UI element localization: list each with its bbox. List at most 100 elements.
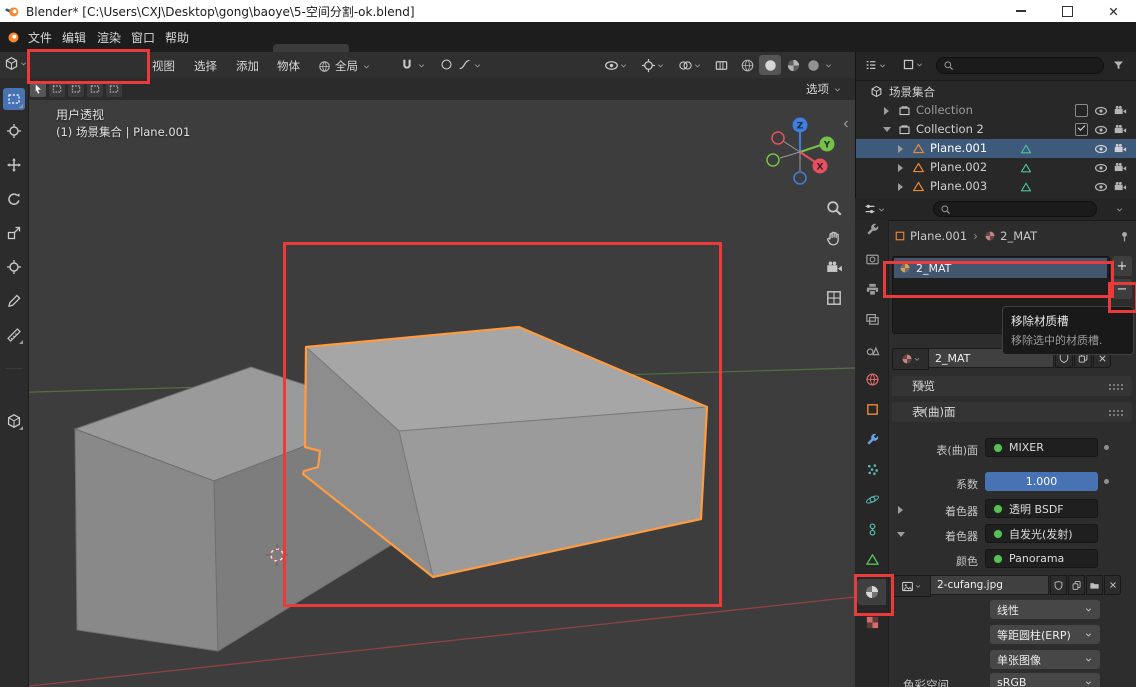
outliner-row-plane-002[interactable]: Plane.002 [856, 158, 1136, 177]
tab-physics[interactable] [859, 486, 885, 512]
menu-file[interactable]: 文件 [28, 29, 52, 46]
tab-render[interactable] [859, 246, 885, 272]
falloff-curve-icon[interactable] [458, 58, 471, 71]
disclosure-icon[interactable] [898, 183, 903, 191]
material-slot-row[interactable]: 2_MAT [894, 258, 1107, 278]
drag-grip-icon[interactable] [1108, 383, 1124, 391]
editor-type-dropdown[interactable] [4, 56, 28, 71]
select-mode-intersect-button[interactable] [106, 81, 122, 97]
gizmo-y-negative[interactable] [767, 154, 779, 166]
tab-particles[interactable] [859, 456, 885, 482]
outliner-editor-dropdown[interactable] [864, 58, 887, 72]
overlays-dropdown[interactable] [678, 58, 702, 73]
tab-texture[interactable] [859, 609, 885, 635]
menu-edit[interactable]: 编辑 [62, 29, 86, 46]
tab-object-data[interactable] [859, 546, 885, 572]
gizmos-dropdown[interactable] [641, 58, 665, 73]
snap-options-chevron-icon[interactable] [417, 61, 426, 70]
sidebar-collapse-button[interactable] [838, 112, 854, 136]
eye-icon[interactable] [1094, 161, 1108, 175]
tab-material[interactable] [857, 579, 886, 605]
camera-icon[interactable] [1113, 180, 1127, 194]
properties-search-input[interactable] [933, 201, 1097, 217]
tool-move[interactable] [3, 154, 25, 176]
source-dropdown[interactable]: 单张图像 [990, 650, 1100, 669]
breadcrumb-object[interactable]: Plane.001 [910, 229, 967, 243]
shading-material-icon[interactable] [786, 58, 801, 73]
tab-object[interactable] [859, 396, 885, 422]
pan-button[interactable] [822, 226, 846, 250]
tool-cursor[interactable] [3, 120, 25, 142]
eye-icon[interactable] [1094, 104, 1108, 118]
shader2-button[interactable]: 自发光(发射) [985, 524, 1098, 543]
options-dropdown[interactable]: 选项 [806, 81, 842, 97]
disclosure-icon[interactable] [883, 127, 891, 132]
tab-constraints[interactable] [859, 516, 885, 542]
shading-wireframe-icon[interactable] [740, 58, 755, 73]
outliner-row-collection[interactable]: Collection [856, 101, 1136, 120]
section-preview[interactable]: 预览 [892, 376, 1132, 396]
remove-material-slot-button[interactable]: − [1112, 279, 1132, 299]
eye-icon[interactable] [1094, 142, 1108, 156]
add-material-slot-button[interactable]: + [1112, 256, 1132, 276]
close-button[interactable] [1090, 0, 1136, 22]
tab-scene[interactable] [859, 336, 885, 362]
browse-image-dropdown[interactable] [892, 575, 931, 597]
visibility-dropdown[interactable] [604, 58, 628, 73]
tool-rotate[interactable] [3, 188, 25, 210]
tab-modifiers[interactable] [859, 426, 885, 452]
colorspace-dropdown[interactable]: sRGB [990, 673, 1100, 687]
viewport-3d-scene[interactable]: Z Y X [0, 100, 855, 687]
browse-material-dropdown[interactable] [892, 348, 929, 370]
menu-window[interactable]: 窗口 [131, 29, 155, 46]
minimize-button[interactable] [998, 0, 1044, 22]
decorator-dot-icon[interactable] [1104, 445, 1109, 450]
outliner-row-plane-001[interactable]: Plane.001 [856, 139, 1136, 158]
shader1-button[interactable]: 透明 BSDF [985, 499, 1098, 518]
camera-icon[interactable] [1113, 142, 1127, 156]
select-mode-set-button[interactable] [30, 81, 46, 97]
projection-dropdown[interactable]: 等距圆柱(ERP) [990, 625, 1100, 644]
pin-id-icon[interactable] [1118, 230, 1131, 243]
open-image-button[interactable] [1086, 575, 1103, 595]
disclosure-icon[interactable] [898, 145, 903, 153]
surface-shader-button[interactable]: MIXER [985, 438, 1098, 457]
select-mode-extend-button[interactable] [68, 81, 84, 97]
tab-world[interactable] [859, 366, 885, 392]
menu-object[interactable]: 物体 [277, 58, 300, 74]
tab-output[interactable] [859, 276, 885, 302]
menu-help[interactable]: 帮助 [165, 29, 189, 46]
interpolation-dropdown[interactable]: 线性 [990, 600, 1100, 619]
disclosure-icon[interactable] [884, 107, 889, 115]
snap-magnet-icon[interactable] [400, 58, 414, 72]
camera-view-button[interactable] [822, 256, 846, 280]
ortho-toggle-button[interactable] [822, 286, 846, 310]
outliner-search-input[interactable] [936, 57, 1104, 74]
tool-measure[interactable] [3, 324, 25, 346]
shading-chevron-icon[interactable] [824, 61, 833, 70]
image-copy-button[interactable] [1068, 575, 1085, 595]
tab-view-layer[interactable] [859, 306, 885, 332]
camera-icon[interactable] [1113, 123, 1127, 137]
zoom-button[interactable] [822, 196, 846, 220]
tool-add-cube[interactable] [3, 410, 25, 432]
drag-grip-icon[interactable] [1108, 409, 1124, 417]
gizmo-z-negative[interactable] [794, 172, 806, 184]
properties-editor-dropdown[interactable] [863, 202, 886, 216]
unlink-image-button[interactable] [1104, 575, 1121, 595]
maximize-button[interactable] [1044, 0, 1090, 22]
transform-orientation-dropdown[interactable]: 全局 [318, 58, 371, 74]
menu-render[interactable]: 渲染 [97, 29, 121, 46]
shading-solid-button[interactable] [759, 55, 781, 75]
exclude-checkbox[interactable] [1075, 123, 1088, 136]
tab-tool[interactable] [859, 216, 885, 242]
breadcrumb-material[interactable]: 2_MAT [1000, 229, 1037, 243]
camera-icon[interactable] [1113, 104, 1127, 118]
exclude-checkbox[interactable] [1075, 104, 1088, 117]
outliner-row-collection-2[interactable]: Collection 2 [856, 120, 1136, 139]
image-fake-user-button[interactable] [1050, 575, 1067, 595]
proportional-edit-icon[interactable] [440, 58, 453, 71]
image-name-field[interactable]: 2-cufang.jpg [930, 575, 1049, 595]
color-input-button[interactable]: Panorama [985, 549, 1098, 568]
factor-slider[interactable]: 1.000 [985, 472, 1098, 491]
